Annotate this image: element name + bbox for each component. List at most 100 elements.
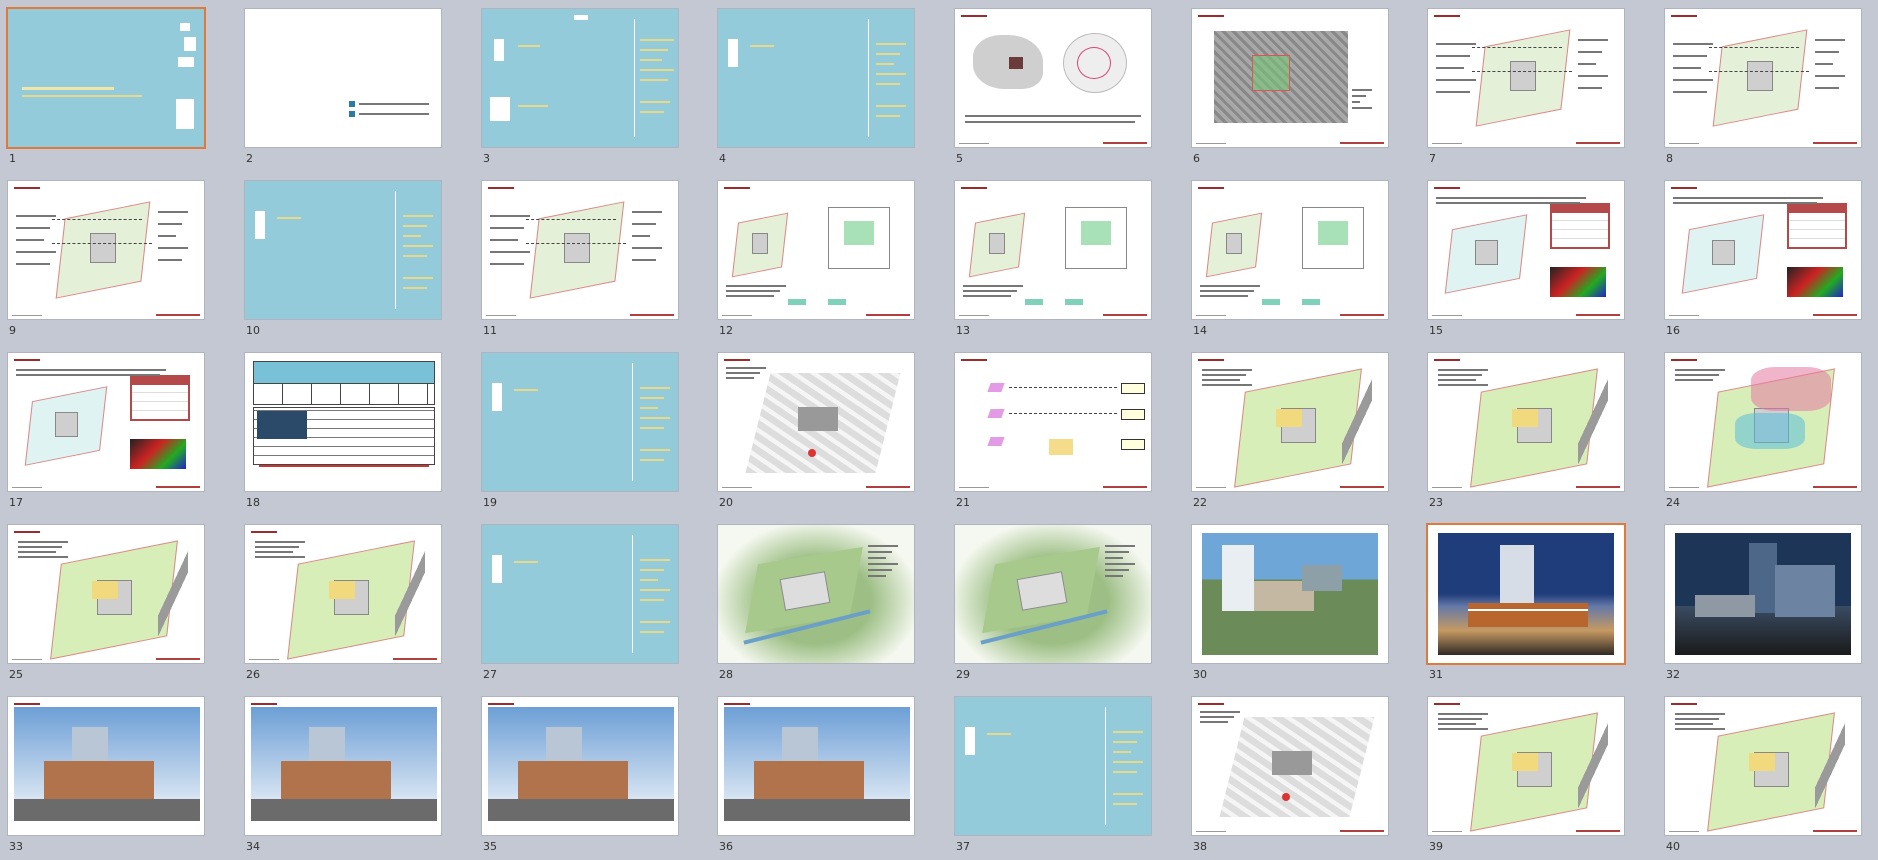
slide-number: 4 bbox=[719, 152, 726, 165]
slide-thumbnail-cell: 34 bbox=[237, 688, 473, 860]
slide-number: 9 bbox=[9, 324, 16, 337]
slide-thumbnail-cell: 22 bbox=[1184, 344, 1420, 516]
slide-thumbnail-cell: 24 bbox=[1657, 344, 1878, 516]
slide-thumbnail-cell: 4 bbox=[710, 0, 946, 172]
slide-thumbnail[interactable] bbox=[8, 697, 204, 835]
slide-thumbnail-cell: 2 bbox=[237, 0, 473, 172]
slide-number: 28 bbox=[719, 668, 733, 681]
slide-number: 39 bbox=[1429, 840, 1443, 853]
slide-sorter-grid: 1 2 3 4 5 6 7 8 9 10 11 12 13 14 15 16 17 18 19 20 21 22 23 24 2… bbox=[0, 0, 1878, 853]
slide-thumbnail-cell: 26 bbox=[237, 516, 473, 688]
slide-thumbnail-cell: 35 bbox=[474, 688, 710, 860]
slide-number: 16 bbox=[1666, 324, 1680, 337]
slide-thumbnail-cell: 20 bbox=[710, 344, 946, 516]
slide-thumbnail[interactable] bbox=[955, 525, 1151, 663]
slide-thumbnail[interactable] bbox=[1192, 697, 1388, 835]
slide-number: 11 bbox=[483, 324, 497, 337]
slide-number: 38 bbox=[1193, 840, 1207, 853]
slide-thumbnail-cell: 40 bbox=[1657, 688, 1878, 860]
slide-number: 7 bbox=[1429, 152, 1436, 165]
slide-thumbnail[interactable] bbox=[482, 181, 678, 319]
slide-thumbnail[interactable] bbox=[8, 9, 204, 147]
slide-thumbnail[interactable] bbox=[8, 353, 204, 491]
slide-number: 18 bbox=[246, 496, 260, 509]
slide-thumbnail[interactable] bbox=[482, 9, 678, 147]
slide-thumbnail[interactable] bbox=[718, 697, 914, 835]
slide-number: 13 bbox=[956, 324, 970, 337]
slide-thumbnail-cell: 12 bbox=[710, 172, 946, 344]
slide-thumbnail[interactable] bbox=[482, 353, 678, 491]
slide-thumbnail[interactable] bbox=[718, 181, 914, 319]
slide-thumbnail[interactable] bbox=[955, 353, 1151, 491]
slide-number: 30 bbox=[1193, 668, 1207, 681]
slide-thumbnail-cell: 6 bbox=[1184, 0, 1420, 172]
slide-thumbnail[interactable] bbox=[718, 353, 914, 491]
slide-thumbnail[interactable] bbox=[955, 181, 1151, 319]
slide-thumbnail[interactable] bbox=[245, 353, 441, 491]
slide-number: 32 bbox=[1666, 668, 1680, 681]
slide-thumbnail[interactable] bbox=[245, 697, 441, 835]
slide-thumbnail-cell: 29 bbox=[947, 516, 1183, 688]
slide-thumbnail-cell: 33 bbox=[0, 688, 236, 860]
slide-thumbnail[interactable] bbox=[955, 9, 1151, 147]
slide-thumbnail-cell: 37 bbox=[947, 688, 1183, 860]
slide-thumbnail-cell: 31 bbox=[1420, 516, 1656, 688]
slide-thumbnail[interactable] bbox=[245, 9, 441, 147]
slide-number: 31 bbox=[1429, 668, 1443, 681]
slide-thumbnail[interactable] bbox=[1192, 525, 1388, 663]
slide-number: 1 bbox=[9, 152, 16, 165]
slide-number: 14 bbox=[1193, 324, 1207, 337]
slide-number: 17 bbox=[9, 496, 23, 509]
slide-number: 24 bbox=[1666, 496, 1680, 509]
slide-thumbnail[interactable] bbox=[1192, 353, 1388, 491]
slide-thumbnail-cell: 8 bbox=[1657, 0, 1878, 172]
slide-thumbnail[interactable] bbox=[245, 181, 441, 319]
slide-thumbnail[interactable] bbox=[1428, 697, 1624, 835]
slide-number: 37 bbox=[956, 840, 970, 853]
slide-number: 40 bbox=[1666, 840, 1680, 853]
slide-thumbnail[interactable] bbox=[1428, 525, 1624, 663]
slide-thumbnail-cell: 30 bbox=[1184, 516, 1420, 688]
slide-thumbnail[interactable] bbox=[1192, 9, 1388, 147]
slide-number: 10 bbox=[246, 324, 260, 337]
slide-thumbnail[interactable] bbox=[8, 525, 204, 663]
slide-thumbnail[interactable] bbox=[1192, 181, 1388, 319]
slide-thumbnail[interactable] bbox=[1665, 181, 1861, 319]
slide-number: 29 bbox=[956, 668, 970, 681]
slide-thumbnail[interactable] bbox=[1428, 181, 1624, 319]
slide-number: 33 bbox=[9, 840, 23, 853]
slide-thumbnail[interactable] bbox=[1428, 9, 1624, 147]
slide-number: 15 bbox=[1429, 324, 1443, 337]
slide-thumbnail[interactable] bbox=[245, 525, 441, 663]
slide-thumbnail[interactable] bbox=[718, 525, 914, 663]
slide-number: 34 bbox=[246, 840, 260, 853]
slide-thumbnail[interactable] bbox=[1665, 353, 1861, 491]
slide-thumbnail-cell: 19 bbox=[474, 344, 710, 516]
slide-number: 27 bbox=[483, 668, 497, 681]
slide-thumbnail-cell: 39 bbox=[1420, 688, 1656, 860]
slide-thumbnail[interactable] bbox=[1665, 697, 1861, 835]
slide-thumbnail-cell: 9 bbox=[0, 172, 236, 344]
slide-thumbnail[interactable] bbox=[8, 181, 204, 319]
slide-thumbnail[interactable] bbox=[718, 9, 914, 147]
slide-thumbnail-cell: 11 bbox=[474, 172, 710, 344]
slide-number: 25 bbox=[9, 668, 23, 681]
slide-thumbnail-cell: 1 bbox=[0, 0, 236, 172]
slide-thumbnail-cell: 15 bbox=[1420, 172, 1656, 344]
slide-thumbnail-cell: 5 bbox=[947, 0, 1183, 172]
slide-thumbnail[interactable] bbox=[1428, 353, 1624, 491]
slide-thumbnail-cell: 7 bbox=[1420, 0, 1656, 172]
slide-number: 21 bbox=[956, 496, 970, 509]
slide-number: 2 bbox=[246, 152, 253, 165]
slide-thumbnail[interactable] bbox=[1665, 525, 1861, 663]
slide-thumbnail[interactable] bbox=[955, 697, 1151, 835]
slide-number: 6 bbox=[1193, 152, 1200, 165]
slide-thumbnail[interactable] bbox=[482, 525, 678, 663]
slide-number: 19 bbox=[483, 496, 497, 509]
slide-thumbnail-cell: 21 bbox=[947, 344, 1183, 516]
slide-thumbnail-cell: 14 bbox=[1184, 172, 1420, 344]
slide-number: 22 bbox=[1193, 496, 1207, 509]
slide-thumbnail-cell: 16 bbox=[1657, 172, 1878, 344]
slide-thumbnail[interactable] bbox=[482, 697, 678, 835]
slide-thumbnail[interactable] bbox=[1665, 9, 1861, 147]
